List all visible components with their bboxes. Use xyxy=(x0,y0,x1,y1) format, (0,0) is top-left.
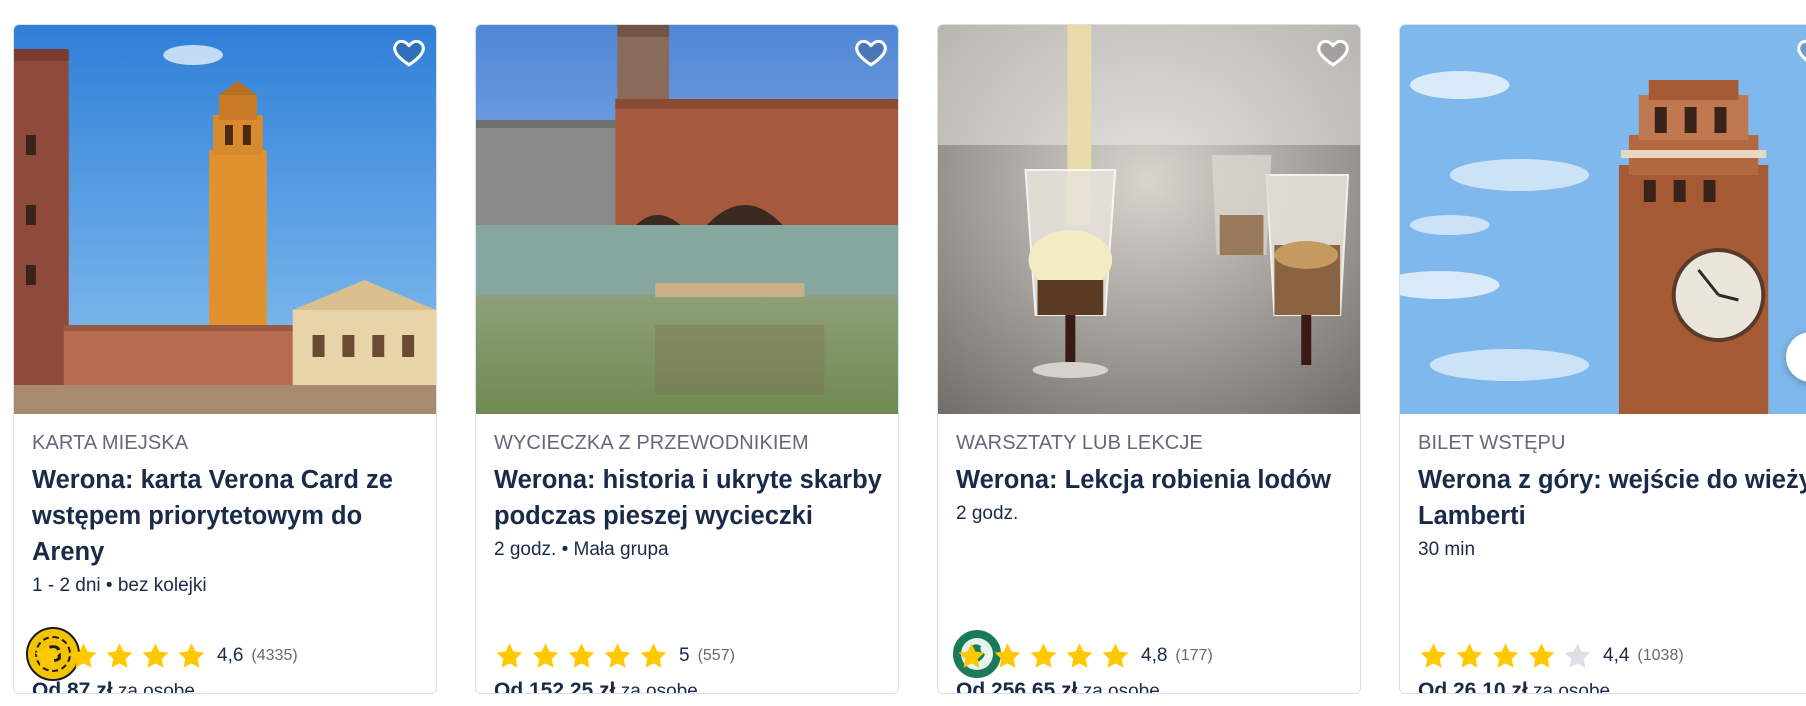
star-filled-icon xyxy=(994,643,1021,668)
activity-meta: 2 godz. xyxy=(956,503,1019,524)
star-filled-icon xyxy=(106,643,133,668)
star-filled-icon xyxy=(604,643,631,668)
review-count: (557) xyxy=(697,647,735,664)
star-filled-icon xyxy=(1492,643,1519,668)
star-filled-icon xyxy=(496,643,523,668)
star-rating xyxy=(956,641,1131,671)
star-filled-icon xyxy=(142,643,169,668)
price-unit: za osobę xyxy=(1533,681,1611,694)
rating-value: 4,4 xyxy=(1603,645,1630,666)
card-body: BILET WSTĘPU Werona z góry: wejście do w… xyxy=(1418,414,1806,693)
price: Od 26,10 zł za osobę xyxy=(1418,679,1611,694)
price-amount: Od 26,10 zł xyxy=(1418,679,1528,694)
price: Od 152,25 zł za osobę xyxy=(494,679,698,694)
wishlist-heart-icon[interactable] xyxy=(392,35,426,69)
review-count: (4335) xyxy=(251,647,298,664)
activity-image[interactable] xyxy=(1400,25,1806,414)
price: Od 87 zł za osobę xyxy=(32,679,195,694)
star-filled-icon xyxy=(1030,643,1057,668)
activity-card[interactable]: BILET WSTĘPU Werona z góry: wejście do w… xyxy=(1399,24,1806,694)
star-filled-icon xyxy=(178,643,205,668)
card-body: WARSZTATY LUB LEKCJE Werona: Lekcja robi… xyxy=(956,414,1346,693)
rating-value: 4,6 xyxy=(217,645,244,666)
price-unit: za osobę xyxy=(1082,681,1160,694)
star-rating xyxy=(1418,641,1593,671)
rating-value: 5 xyxy=(679,645,690,666)
rating-row: 4,4 (1038) xyxy=(1418,640,1684,672)
star-filled-icon xyxy=(1420,643,1447,668)
activity-meta: 30 min xyxy=(1418,539,1476,560)
star-filled-icon xyxy=(958,643,985,668)
star-rating xyxy=(32,641,207,671)
activity-card[interactable]: WARSZTATY LUB LEKCJE Werona: Lekcja robi… xyxy=(937,24,1361,694)
wishlist-heart-icon[interactable] xyxy=(854,35,888,69)
star-filled-icon xyxy=(640,643,667,668)
activity-meta: 1 - 2 dni • bez kolejki xyxy=(32,575,207,596)
activity-title[interactable]: Werona: karta Verona Card ze wstępem pri… xyxy=(32,462,422,570)
star-filled-icon xyxy=(1528,643,1555,668)
star-filled-icon xyxy=(34,643,61,668)
star-empty-icon xyxy=(1564,643,1591,668)
rating-row: 4,6 (4335) xyxy=(32,640,298,672)
rating-value: 4,8 xyxy=(1141,645,1168,666)
activity-title[interactable]: Werona: Lekcja robienia lodów xyxy=(956,462,1346,498)
review-count: (1038) xyxy=(1637,647,1684,664)
star-filled-icon xyxy=(532,643,559,668)
rating-row: 4,8 (177) xyxy=(956,640,1213,672)
activity-category: KARTA MIEJSKA xyxy=(32,432,189,454)
activity-card[interactable]: WYCIECZKA Z PRZEWODNIKIEM Werona: histor… xyxy=(475,24,899,694)
activity-image[interactable] xyxy=(938,25,1360,414)
price-amount: Od 256,65 zł xyxy=(956,679,1078,694)
activity-image[interactable] xyxy=(476,25,898,414)
activity-carousel: G KARTA MIEJSKA Werona: karta Verona Car… xyxy=(13,24,1806,694)
activity-category: BILET WSTĘPU xyxy=(1418,432,1566,454)
activity-card[interactable]: G KARTA MIEJSKA Werona: karta Verona Car… xyxy=(13,24,437,694)
star-filled-icon xyxy=(1456,643,1483,668)
star-filled-icon xyxy=(1066,643,1093,668)
activity-category: WYCIECZKA Z PRZEWODNIKIEM xyxy=(494,432,809,454)
card-body: KARTA MIEJSKA Werona: karta Verona Card … xyxy=(32,414,422,693)
star-filled-icon xyxy=(1102,643,1129,668)
star-filled-icon xyxy=(568,643,595,668)
wishlist-heart-icon[interactable] xyxy=(1316,35,1350,69)
star-rating xyxy=(494,641,669,671)
activity-meta: 2 godz. • Mała grupa xyxy=(494,539,669,560)
review-count: (177) xyxy=(1175,647,1213,664)
rating-row: 5 (557) xyxy=(494,640,735,672)
price-unit: za osobę xyxy=(117,681,195,694)
price-amount: Od 152,25 zł xyxy=(494,679,616,694)
wishlist-heart-icon[interactable] xyxy=(1796,35,1806,69)
star-filled-icon xyxy=(70,643,97,668)
activity-image[interactable] xyxy=(14,25,436,414)
price-unit: za osobę xyxy=(620,681,698,694)
activity-title[interactable]: Werona: historia i ukryte skarby podczas… xyxy=(494,462,884,534)
card-body: WYCIECZKA Z PRZEWODNIKIEM Werona: histor… xyxy=(494,414,884,693)
activity-title[interactable]: Werona z góry: wejście do wieży Lamberti xyxy=(1418,462,1806,534)
price: Od 256,65 zł za osobę xyxy=(956,679,1160,694)
price-amount: Od 87 zł xyxy=(32,679,113,694)
activity-category: WARSZTATY LUB LEKCJE xyxy=(956,432,1203,454)
